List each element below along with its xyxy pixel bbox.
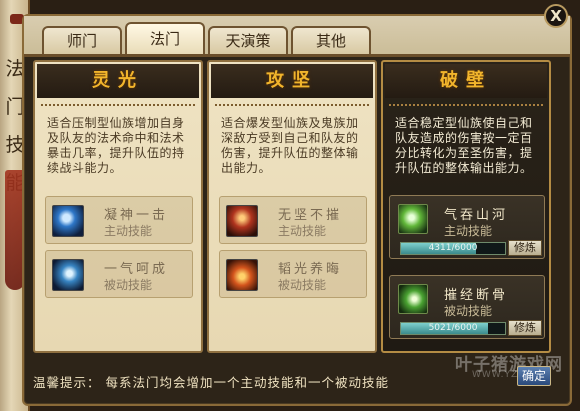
skill-type: 主动技能 xyxy=(278,224,327,238)
divider xyxy=(215,100,369,106)
red-warrior-icon xyxy=(226,205,258,237)
card-title: 灵光 xyxy=(37,64,199,98)
skill-type: 主动技能 xyxy=(444,224,493,238)
tab-school[interactable]: 师门 xyxy=(42,26,122,54)
card-description: 适合压制型仙族增加自身及队友的法术命中和法术暴击几率，提升队伍的持续战斗能力。 xyxy=(47,116,185,175)
train-button[interactable]: 修炼 xyxy=(508,240,542,256)
card-title: 破壁 xyxy=(385,64,547,98)
card-lingguang[interactable]: 灵光 适合压制型仙族增加自身及队友的法术命中和法术暴击几率，提升队伍的持续战斗能… xyxy=(33,60,203,353)
skill-type: 主动技能 xyxy=(104,224,153,238)
skill-slot[interactable]: 无坚不摧 主动技能 xyxy=(219,196,367,244)
skill-type: 被动技能 xyxy=(444,304,493,318)
card-gongjian[interactable]: 攻坚 适合爆发型仙族及鬼族加深敌方受到自己和队友的伤害，提升队伍的整体输出能力。… xyxy=(207,60,377,353)
tab-bar: 师门 法门 天演策 其他 xyxy=(42,22,371,54)
close-button[interactable]: X xyxy=(544,4,568,28)
card-title: 攻坚 xyxy=(211,64,373,98)
tab-other[interactable]: 其他 xyxy=(291,26,371,54)
divider xyxy=(389,100,543,106)
skill-name: 韬光养晦 xyxy=(278,262,343,277)
progress-text: 5021/6000 xyxy=(428,323,478,333)
red-flame-icon xyxy=(226,259,258,291)
blue-energy-icon xyxy=(52,205,84,237)
skill-name: 无坚不摧 xyxy=(278,208,343,223)
skill-slot[interactable]: 韬光养晦 被动技能 xyxy=(219,250,367,298)
skill-slot[interactable]: 气吞山河 主动技能 4311/6000 修炼 xyxy=(389,195,545,259)
blue-wave-icon xyxy=(52,259,84,291)
tab-tianyance[interactable]: 天演策 xyxy=(208,26,288,54)
skill-name: 一气呵成 xyxy=(104,262,169,277)
skill-progress-bar: 4311/6000 xyxy=(400,242,506,255)
card-description: 适合稳定型仙族使自己和队友造成的伤害按一定百分比转化为至圣伤害，提升队伍的整体输… xyxy=(395,116,533,175)
skill-type: 被动技能 xyxy=(278,278,327,292)
tab-famen[interactable]: 法门 xyxy=(125,22,205,54)
confirm-button[interactable]: 确定 xyxy=(517,366,551,386)
card-description: 适合爆发型仙族及鬼族加深敌方受到自己和队友的伤害，提升队伍的整体输出能力。 xyxy=(221,116,359,175)
skill-name: 凝神一击 xyxy=(104,208,169,223)
skill-slot[interactable]: 凝神一击 主动技能 xyxy=(45,196,193,244)
green-mountain-icon xyxy=(398,204,428,234)
skill-name: 摧经断骨 xyxy=(444,288,509,303)
train-button[interactable]: 修炼 xyxy=(508,320,542,336)
skill-type: 被动技能 xyxy=(104,278,153,292)
card-pobi[interactable]: 破壁 适合稳定型仙族使自己和队友造成的伤害按一定百分比转化为至圣伤害，提升队伍的… xyxy=(381,60,551,353)
hint-text: 温馨提示： 每系法门均会增加一个主动技能和一个被动技能 xyxy=(33,375,389,390)
skill-name: 气吞山河 xyxy=(444,208,509,223)
green-claw-icon xyxy=(398,284,428,314)
divider xyxy=(41,100,195,106)
skill-slot[interactable]: 一气呵成 被动技能 xyxy=(45,250,193,298)
skill-slot[interactable]: 摧经断骨 被动技能 5021/6000 修炼 xyxy=(389,275,545,339)
skill-progress-bar: 5021/6000 xyxy=(400,322,506,335)
progress-text: 4311/6000 xyxy=(428,243,478,253)
